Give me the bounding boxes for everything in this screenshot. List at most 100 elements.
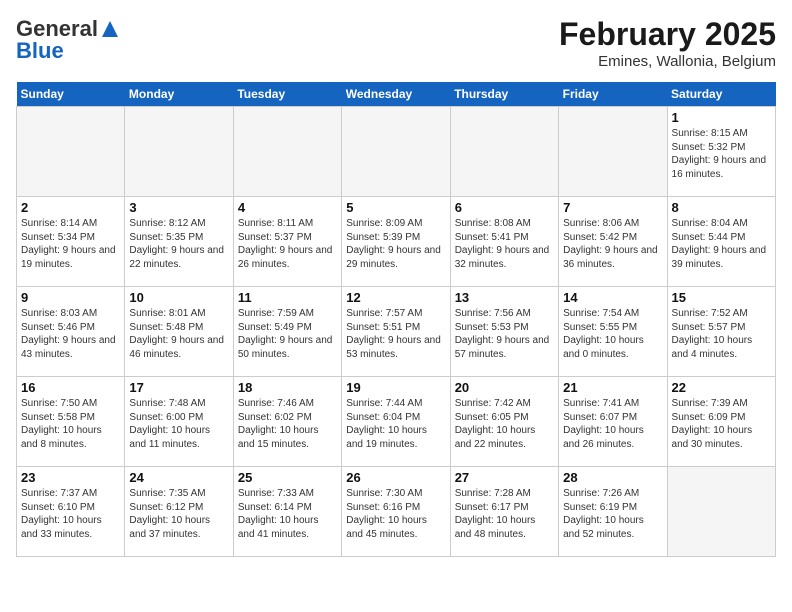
day-number: 6 [455, 200, 554, 215]
day-detail: Sunrise: 8:04 AM Sunset: 5:44 PM Dayligh… [672, 217, 771, 271]
day-detail: Sunrise: 8:01 AM Sunset: 5:48 PM Dayligh… [129, 307, 228, 361]
day-number: 4 [238, 200, 337, 215]
calendar-day-cell: 15 Sunrise: 7:52 AM Sunset: 5:57 PM Dayli… [667, 287, 775, 377]
day-number: 5 [346, 200, 445, 215]
day-detail: Sunrise: 7:39 AM Sunset: 6:09 PM Dayligh… [672, 397, 771, 451]
calendar-day-cell: 2 Sunrise: 8:14 AM Sunset: 5:34 PM Daylig… [17, 197, 125, 287]
calendar-day-cell: 20 Sunrise: 7:42 AM Sunset: 6:05 PM Dayli… [450, 377, 558, 467]
calendar-day-cell [17, 107, 125, 197]
calendar-day-cell [342, 107, 450, 197]
day-number: 27 [455, 470, 554, 485]
calendar-day-cell: 18Sunrise: 7:46 AM Sunset: 6:02 PM Dayli… [233, 377, 341, 467]
day-detail: Sunrise: 8:09 AM Sunset: 5:39 PM Dayligh… [346, 217, 445, 271]
day-number: 11 [238, 290, 337, 305]
calendar-day-cell: 16 Sunrise: 7:50 AM Sunset: 5:58 PM Dayli… [17, 377, 125, 467]
logo: General Blue [16, 16, 120, 64]
col-saturday: Saturday [667, 82, 775, 107]
month-title: February 2025 [559, 16, 776, 53]
day-number: 7 [563, 200, 662, 215]
logo-blue-text: Blue [16, 38, 64, 64]
calendar-table: Sunday Monday Tuesday Wednesday Thursday… [16, 82, 776, 557]
day-detail: Sunrise: 7:44 AM Sunset: 6:04 PM Dayligh… [346, 397, 445, 451]
day-number: 18 [238, 380, 337, 395]
day-detail: Sunrise: 7:52 AM Sunset: 5:57 PM Dayligh… [672, 307, 771, 361]
calendar-day-cell: 1 Sunrise: 8:15 AM Sunset: 5:32 PM Daylig… [667, 107, 775, 197]
day-detail: Sunrise: 7:48 AM Sunset: 6:00 PM Dayligh… [129, 397, 228, 451]
calendar-day-cell: 21 Sunrise: 7:41 AM Sunset: 6:07 PM Dayli… [559, 377, 667, 467]
day-detail: Sunrise: 8:12 AM Sunset: 5:35 PM Dayligh… [129, 217, 228, 271]
day-detail: Sunrise: 7:37 AM Sunset: 6:10 PM Dayligh… [21, 487, 120, 541]
day-detail: Sunrise: 7:26 AM Sunset: 6:19 PM Dayligh… [563, 487, 662, 541]
calendar-day-cell: 4 Sunrise: 8:11 AM Sunset: 5:37 PM Daylig… [233, 197, 341, 287]
day-number: 19 [346, 380, 445, 395]
day-number: 15 [672, 290, 771, 305]
calendar-day-cell: 7 Sunrise: 8:06 AM Sunset: 5:42 PM Daylig… [559, 197, 667, 287]
col-monday: Monday [125, 82, 233, 107]
day-number: 1 [672, 110, 771, 125]
day-detail: Sunrise: 7:30 AM Sunset: 6:16 PM Dayligh… [346, 487, 445, 541]
calendar-day-cell: 3 Sunrise: 8:12 AM Sunset: 5:35 PM Daylig… [125, 197, 233, 287]
day-number: 10 [129, 290, 228, 305]
day-detail: Sunrise: 8:15 AM Sunset: 5:32 PM Dayligh… [672, 127, 771, 181]
day-detail: Sunrise: 7:56 AM Sunset: 5:53 PM Dayligh… [455, 307, 554, 361]
calendar-day-cell: 11Sunrise: 7:59 AM Sunset: 5:49 PM Dayli… [233, 287, 341, 377]
location-title: Emines, Wallonia, Belgium [559, 53, 776, 70]
col-sunday: Sunday [17, 82, 125, 107]
col-wednesday: Wednesday [342, 82, 450, 107]
calendar-week-row: 9 Sunrise: 8:03 AM Sunset: 5:46 PM Daylig… [17, 287, 776, 377]
calendar-day-cell: 25 Sunrise: 7:33 AM Sunset: 6:14 PM Dayli… [233, 467, 341, 557]
col-friday: Friday [559, 82, 667, 107]
day-number: 9 [21, 290, 120, 305]
calendar-day-cell: 12Sunrise: 7:57 AM Sunset: 5:51 PM Dayli… [342, 287, 450, 377]
day-detail: Sunrise: 7:42 AM Sunset: 6:05 PM Dayligh… [455, 397, 554, 451]
day-detail: Sunrise: 7:41 AM Sunset: 6:07 PM Dayligh… [563, 397, 662, 451]
calendar-header-row: Sunday Monday Tuesday Wednesday Thursday… [17, 82, 776, 107]
day-number: 28 [563, 470, 662, 485]
day-number: 22 [672, 380, 771, 395]
day-number: 3 [129, 200, 228, 215]
day-number: 21 [563, 380, 662, 395]
day-number: 17 [129, 380, 228, 395]
day-detail: Sunrise: 7:57 AM Sunset: 5:51 PM Dayligh… [346, 307, 445, 361]
calendar-day-cell: 28 Sunrise: 7:26 AM Sunset: 6:19 PM Dayli… [559, 467, 667, 557]
calendar-day-cell [450, 107, 558, 197]
day-number: 20 [455, 380, 554, 395]
day-detail: Sunrise: 8:11 AM Sunset: 5:37 PM Dayligh… [238, 217, 337, 271]
calendar-day-cell: 19 Sunrise: 7:44 AM Sunset: 6:04 PM Dayli… [342, 377, 450, 467]
day-detail: Sunrise: 7:50 AM Sunset: 5:58 PM Dayligh… [21, 397, 120, 451]
day-number: 2 [21, 200, 120, 215]
day-number: 24 [129, 470, 228, 485]
title-area: February 2025 Emines, Wallonia, Belgium [559, 16, 776, 70]
calendar-day-cell: 6Sunrise: 8:08 AM Sunset: 5:41 PM Daylig… [450, 197, 558, 287]
calendar-week-row: 16 Sunrise: 7:50 AM Sunset: 5:58 PM Dayli… [17, 377, 776, 467]
calendar-day-cell: 24 Sunrise: 7:35 AM Sunset: 6:12 PM Dayli… [125, 467, 233, 557]
calendar-day-cell: 9 Sunrise: 8:03 AM Sunset: 5:46 PM Daylig… [17, 287, 125, 377]
calendar-week-row: 2 Sunrise: 8:14 AM Sunset: 5:34 PM Daylig… [17, 197, 776, 287]
day-number: 26 [346, 470, 445, 485]
calendar-week-row: 23Sunrise: 7:37 AM Sunset: 6:10 PM Dayli… [17, 467, 776, 557]
calendar-day-cell: 5 Sunrise: 8:09 AM Sunset: 5:39 PM Daylig… [342, 197, 450, 287]
day-detail: Sunrise: 7:33 AM Sunset: 6:14 PM Dayligh… [238, 487, 337, 541]
calendar-day-cell: 13 Sunrise: 7:56 AM Sunset: 5:53 PM Dayli… [450, 287, 558, 377]
calendar-week-row: 1 Sunrise: 8:15 AM Sunset: 5:32 PM Daylig… [17, 107, 776, 197]
day-detail: Sunrise: 7:54 AM Sunset: 5:55 PM Dayligh… [563, 307, 662, 361]
calendar-day-cell: 8Sunrise: 8:04 AM Sunset: 5:44 PM Daylig… [667, 197, 775, 287]
day-detail: Sunrise: 8:14 AM Sunset: 5:34 PM Dayligh… [21, 217, 120, 271]
logo-icon [100, 19, 120, 39]
day-number: 13 [455, 290, 554, 305]
calendar-day-cell [233, 107, 341, 197]
day-detail: Sunrise: 7:28 AM Sunset: 6:17 PM Dayligh… [455, 487, 554, 541]
calendar-day-cell: 17 Sunrise: 7:48 AM Sunset: 6:00 PM Dayli… [125, 377, 233, 467]
calendar-day-cell [125, 107, 233, 197]
day-number: 25 [238, 470, 337, 485]
calendar-day-cell: 26 Sunrise: 7:30 AM Sunset: 6:16 PM Dayli… [342, 467, 450, 557]
day-detail: Sunrise: 8:03 AM Sunset: 5:46 PM Dayligh… [21, 307, 120, 361]
day-detail: Sunrise: 8:06 AM Sunset: 5:42 PM Dayligh… [563, 217, 662, 271]
day-detail: Sunrise: 7:35 AM Sunset: 6:12 PM Dayligh… [129, 487, 228, 541]
day-number: 16 [21, 380, 120, 395]
col-thursday: Thursday [450, 82, 558, 107]
calendar-day-cell: 22 Sunrise: 7:39 AM Sunset: 6:09 PM Dayli… [667, 377, 775, 467]
col-tuesday: Tuesday [233, 82, 341, 107]
calendar-day-cell: 27 Sunrise: 7:28 AM Sunset: 6:17 PM Dayli… [450, 467, 558, 557]
calendar-day-cell [667, 467, 775, 557]
